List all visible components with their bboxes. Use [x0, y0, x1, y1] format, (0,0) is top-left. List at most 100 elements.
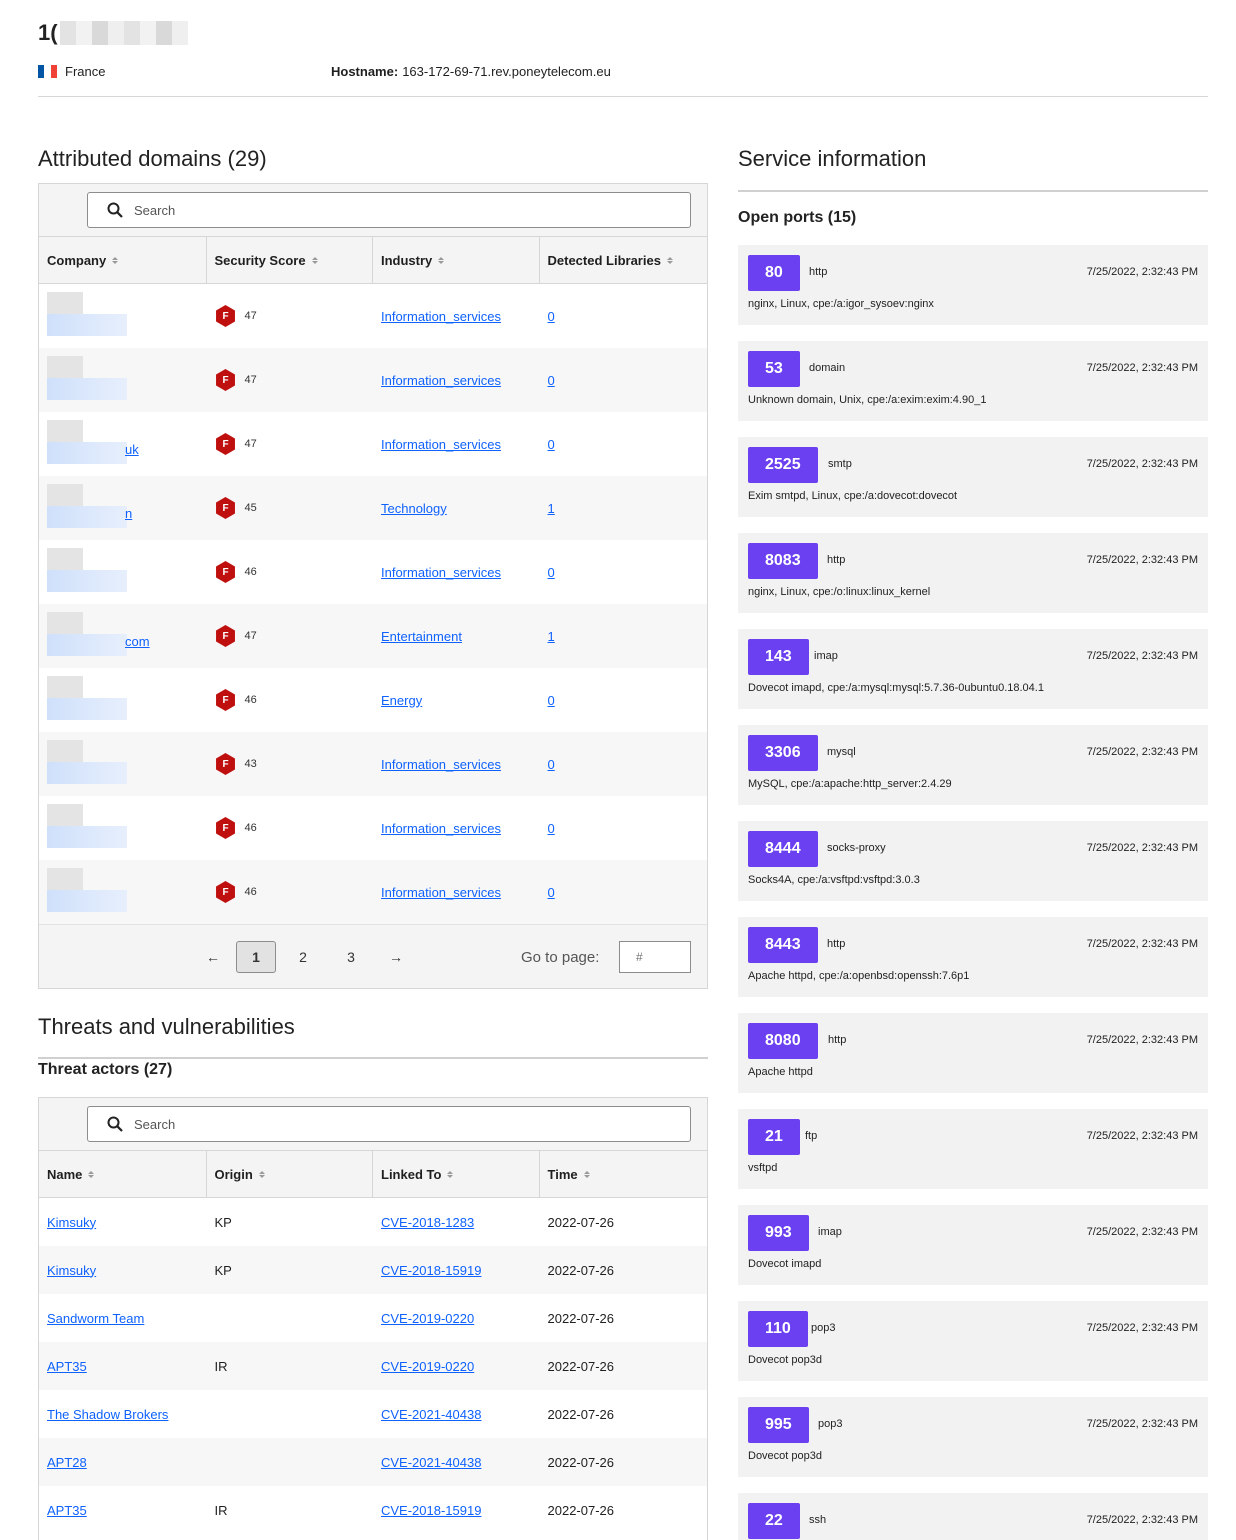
port-card: 22 ssh 7/25/2022, 2:32:43 PM — [738, 1493, 1208, 1540]
industry-link[interactable]: Information_services — [381, 309, 501, 324]
cve-link[interactable]: CVE-2021-40438 — [381, 1455, 481, 1470]
industry-link[interactable]: Energy — [381, 693, 422, 708]
table-row: F 47 Information_services 0 — [39, 348, 707, 412]
page-button-3[interactable]: 3 — [341, 941, 361, 973]
port-protocol: ftp — [805, 1130, 818, 1142]
column-header-company[interactable]: Company — [39, 237, 207, 283]
cve-link[interactable]: CVE-2018-1283 — [381, 1215, 474, 1230]
detected-libraries-link[interactable]: 1 — [548, 629, 555, 644]
redacted-company-link[interactable] — [47, 292, 137, 340]
redacted-company-link[interactable] — [47, 740, 137, 788]
column-header-detected-libraries[interactable]: Detected Libraries — [540, 237, 708, 283]
domains-search-box[interactable] — [87, 192, 691, 228]
threat-actor-link[interactable]: The Shadow Brokers — [47, 1407, 168, 1422]
sort-icon — [583, 1170, 590, 1178]
port-description: Apache httpd — [748, 1066, 813, 1078]
industry-link[interactable]: Entertainment — [381, 629, 462, 644]
time-cell: 2022-07-26 — [547, 1454, 615, 1470]
detected-libraries-link[interactable]: 0 — [548, 565, 555, 580]
redacted-company-link[interactable] — [47, 868, 137, 916]
column-header-time[interactable]: Time — [540, 1151, 708, 1197]
port-number-badge: 22 — [748, 1503, 800, 1539]
cve-link[interactable]: CVE-2018-15919 — [381, 1263, 481, 1278]
threat-actor-link[interactable]: APT35 — [47, 1503, 87, 1518]
security-score: 43 — [244, 758, 257, 770]
threats-search-box[interactable] — [87, 1106, 691, 1142]
port-protocol: http — [809, 266, 828, 278]
origin-cell: IR — [214, 1358, 228, 1374]
security-score: 46 — [244, 566, 257, 578]
detected-libraries-link[interactable]: 0 — [548, 757, 555, 772]
detected-libraries-link[interactable]: 0 — [548, 437, 555, 452]
port-protocol: http — [827, 554, 846, 566]
hostname: Hostname: 163-172-69-71.rev.poneytelecom.… — [331, 64, 611, 79]
origin-cell: IR — [214, 1502, 228, 1518]
port-number-badge: 8080 — [748, 1023, 818, 1059]
port-protocol: socks-proxy — [827, 842, 886, 854]
industry-link[interactable]: Information_services — [381, 821, 501, 836]
time-cell: 2022-07-26 — [547, 1358, 615, 1374]
threat-actors-title: Threat actors (27) — [38, 1061, 173, 1078]
port-number-badge: 80 — [748, 255, 800, 291]
detected-libraries-link[interactable]: 0 — [548, 309, 555, 324]
port-timestamp: 7/25/2022, 2:32:43 PM — [1086, 554, 1198, 566]
redacted-company-link[interactable] — [47, 804, 137, 852]
go-to-page-input[interactable] — [619, 941, 691, 973]
security-grade-badge: F — [216, 305, 235, 327]
port-number-badge: 143 — [748, 639, 809, 675]
prev-page-button[interactable]: ← — [203, 941, 223, 973]
detected-libraries-link[interactable]: 0 — [548, 693, 555, 708]
redacted-company-link[interactable] — [47, 548, 137, 596]
redacted-company-link[interactable] — [47, 356, 137, 404]
france-flag-icon — [38, 65, 57, 78]
threat-actor-link[interactable]: Kimsuky — [47, 1215, 96, 1230]
cve-link[interactable]: CVE-2021-40438 — [381, 1407, 481, 1422]
security-score: 47 — [244, 438, 257, 450]
port-card: 53 domain 7/25/2022, 2:32:43 PM Unknown … — [738, 341, 1208, 421]
threat-actor-link[interactable]: Kimsuky — [47, 1263, 96, 1278]
time-cell: 2022-07-26 — [547, 1502, 615, 1518]
security-grade-badge: F — [216, 817, 235, 839]
detected-libraries-link[interactable]: 0 — [548, 821, 555, 836]
ip-address-title: 1( — [38, 20, 188, 46]
country: France — [38, 64, 105, 79]
column-header-linked-to[interactable]: Linked To — [373, 1151, 540, 1197]
table-row: Sandworm Team CVE-2019-0220 2022-07-26 — [39, 1294, 707, 1342]
column-header-industry[interactable]: Industry — [373, 237, 540, 283]
industry-link[interactable]: Information_services — [381, 757, 501, 772]
industry-link[interactable]: Information_services — [381, 373, 501, 388]
cve-link[interactable]: CVE-2019-0220 — [381, 1359, 474, 1374]
port-timestamp: 7/25/2022, 2:32:43 PM — [1086, 746, 1198, 758]
redacted-company-link[interactable]: n — [47, 484, 137, 532]
column-header-security-score[interactable]: Security Score — [207, 237, 373, 283]
threat-actor-link[interactable]: Sandworm Team — [47, 1311, 144, 1326]
port-card: 8443 http 7/25/2022, 2:32:43 PM Apache h… — [738, 917, 1208, 997]
security-grade-badge: F — [216, 881, 235, 903]
redacted-company-link[interactable] — [47, 676, 137, 724]
industry-link[interactable]: Information_services — [381, 885, 501, 900]
page-button-1[interactable]: 1 — [236, 941, 276, 973]
domains-search-input[interactable] — [134, 202, 690, 218]
next-page-button[interactable]: → — [386, 941, 406, 973]
industry-link[interactable]: Information_services — [381, 565, 501, 580]
cve-link[interactable]: CVE-2018-15919 — [381, 1503, 481, 1518]
industry-link[interactable]: Technology — [381, 501, 447, 516]
detected-libraries-link[interactable]: 0 — [548, 373, 555, 388]
port-number-badge: 110 — [748, 1311, 808, 1347]
port-timestamp: 7/25/2022, 2:32:43 PM — [1086, 266, 1198, 278]
industry-link[interactable]: Information_services — [381, 437, 501, 452]
threats-search-input[interactable] — [134, 1116, 690, 1132]
column-header-origin[interactable]: Origin — [207, 1151, 373, 1197]
cve-link[interactable]: CVE-2019-0220 — [381, 1311, 474, 1326]
sort-icon — [112, 256, 119, 264]
sort-icon — [666, 256, 673, 264]
threat-actor-link[interactable]: APT35 — [47, 1359, 87, 1374]
table-row: uk F 47 Information_services 0 — [39, 412, 707, 476]
detected-libraries-link[interactable]: 1 — [548, 501, 555, 516]
redacted-company-link[interactable]: com — [47, 612, 150, 660]
redacted-company-link[interactable]: uk — [47, 420, 139, 468]
column-header-name[interactable]: Name — [39, 1151, 207, 1197]
detected-libraries-link[interactable]: 0 — [548, 885, 555, 900]
threat-actor-link[interactable]: APT28 — [47, 1455, 87, 1470]
page-button-2[interactable]: 2 — [293, 941, 313, 973]
